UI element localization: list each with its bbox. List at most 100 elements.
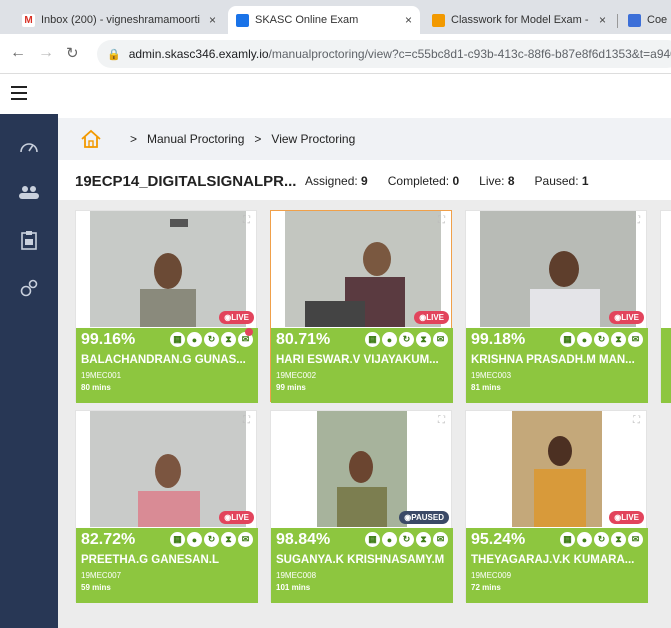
score-percent: 95.24% (471, 531, 526, 548)
chat-icon[interactable]: ✉ (433, 332, 448, 347)
tab-skasc-exam[interactable]: SKASC Online Exam × (228, 6, 420, 34)
stats-icon[interactable]: ▦ (560, 532, 575, 547)
action-icons: ▦ ● ↻ ⧗ ✉ (170, 532, 253, 547)
score-percent: 99.18% (471, 331, 526, 348)
refresh-icon[interactable]: ↻ (399, 532, 414, 547)
live-badge: ◉ LIVE (609, 311, 644, 324)
timer-icon[interactable]: ⧗ (221, 532, 236, 547)
refresh-icon[interactable]: ↻ (594, 532, 609, 547)
assigned-label: Assigned: (305, 174, 358, 188)
score-percent: 80.71% (276, 331, 331, 348)
expand-icon[interactable]: ⛶ (633, 215, 640, 226)
sidebar-item-dashboard[interactable] (0, 124, 58, 168)
chat-icon[interactable]: ✉ (628, 332, 643, 347)
timer-icon[interactable]: ⧗ (611, 332, 626, 347)
stats-icon[interactable]: ▦ (170, 332, 185, 347)
action-icons: ▦ ● ↻ ⧗ ✉ (560, 532, 643, 547)
score-percent: 98.84% (276, 531, 331, 548)
candidate-card-partial[interactable] (660, 210, 671, 403)
action-icons: ▦ ● ↻ ⧗ ✉ (365, 532, 448, 547)
record-icon[interactable]: ● (577, 532, 592, 547)
chat-icon[interactable]: ✉ (433, 532, 448, 547)
expand-icon[interactable]: ⛶ (633, 415, 640, 426)
roll-number: 19MEC001 (81, 371, 122, 380)
expand-icon[interactable]: ⛶ (438, 215, 445, 226)
candidate-card[interactable]: ⛶ ◉ LIVE 95.24% ▦ ● ↻ ⧗ ✉ THEYAGARAJ.V.K… (465, 410, 648, 603)
candidate-card[interactable]: ⛶ ◉ LIVE 80.71% ▦ ● ↻ ⧗ ✉ HARI ESWAR.V V… (270, 210, 453, 403)
tab-label: SKASC Online Exam (255, 14, 359, 26)
paused-badge: ◉ PAUSED (399, 511, 449, 524)
record-icon[interactable]: ● (382, 532, 397, 547)
refresh-icon[interactable]: ↻ (399, 332, 414, 347)
stats-icon[interactable]: ▦ (170, 532, 185, 547)
candidate-card[interactable]: ⛶ ◉ LIVE 99.18% ▦ ● ↻ ⧗ ✉ KRISHNA PRASAD… (465, 210, 648, 403)
refresh-icon[interactable]: ↻ (594, 332, 609, 347)
chat-icon[interactable]: ✉ (238, 328, 253, 347)
record-icon[interactable]: ● (382, 332, 397, 347)
timer-icon[interactable]: ⧗ (221, 332, 236, 347)
sidebar-item-tests[interactable] (0, 218, 58, 262)
paused-count: Paused: 1 (535, 174, 589, 188)
live-label: Live: (479, 174, 505, 188)
app-header (0, 74, 671, 114)
candidate-card[interactable]: ⛶ ◉ PAUSED 98.84% ▦ ● ↻ ⧗ ✉ SUGANYA.K KR… (270, 410, 453, 603)
sidebar-item-settings[interactable] (0, 266, 58, 310)
breadcrumb: > Manual Proctoring > View Proctoring (58, 118, 671, 160)
stats-icon[interactable]: ▦ (560, 332, 575, 347)
close-icon[interactable]: × (399, 13, 412, 27)
reload-icon[interactable]: ↻ (66, 44, 79, 62)
expand-icon[interactable]: ⛶ (243, 415, 250, 426)
chat-icon[interactable]: ✉ (628, 532, 643, 547)
candidate-name: KRISHNA PRASADH.M MAN... (471, 354, 635, 366)
record-icon[interactable]: ● (187, 332, 202, 347)
candidate-info: 98.84% ▦ ● ↻ ⧗ ✉ SUGANYA.K KRISHNASAMY.M… (271, 528, 453, 603)
live-badge: ◉ LIVE (219, 311, 254, 324)
refresh-icon[interactable]: ↻ (204, 332, 219, 347)
chat-icon[interactable]: ✉ (238, 532, 253, 547)
breadcrumb-manual-proctoring[interactable]: Manual Proctoring (147, 132, 244, 146)
stats-icon[interactable]: ▦ (365, 332, 380, 347)
tab-gmail[interactable]: M Inbox (200) - vigneshramamoorti × (14, 6, 224, 34)
home-icon[interactable] (80, 129, 102, 149)
forward-arrow-icon[interactable]: → (38, 44, 54, 62)
live-badge: ◉ LIVE (219, 511, 254, 524)
webcam-feed (90, 211, 246, 327)
candidate-info: 99.16% ▦ ● ↻ ⧗ ✉ BALACHANDRAN.G GUNAS...… (76, 328, 258, 403)
status-text: LIVE (426, 313, 444, 322)
candidate-info: 95.24% ▦ ● ↻ ⧗ ✉ THEYAGARAJ.V.K KUMARA..… (466, 528, 648, 603)
classroom-icon (432, 13, 445, 27)
sidebar-item-users[interactable] (0, 170, 58, 214)
speedometer-icon (20, 143, 38, 153)
expand-icon[interactable]: ⛶ (438, 415, 445, 426)
close-icon[interactable]: × (593, 13, 606, 27)
tab-coe[interactable]: Coe (620, 6, 671, 34)
status-text: LIVE (231, 313, 249, 322)
stats-icon[interactable]: ▦ (365, 532, 380, 547)
candidate-info: 99.18% ▦ ● ↻ ⧗ ✉ KRISHNA PRASADH.M MAN..… (466, 328, 648, 403)
expand-icon[interactable]: ⛶ (243, 215, 250, 226)
webcam-feed (90, 411, 246, 527)
roll-number: 19MEC009 (471, 571, 512, 580)
candidate-card[interactable]: ⛶ ◉ LIVE 82.72% ▦ ● ↻ ⧗ ✉ PREETHA.G GANE… (75, 410, 258, 603)
timer-icon[interactable]: ⧗ (416, 332, 431, 347)
close-icon[interactable]: × (203, 13, 216, 27)
notification-dot (245, 328, 253, 336)
back-arrow-icon[interactable]: ← (10, 44, 26, 62)
tab-classwork[interactable]: Classwork for Model Exam - III IT × (424, 6, 614, 34)
timer-icon[interactable]: ⧗ (611, 532, 626, 547)
candidate-card[interactable]: ⛶ ◉ LIVE 99.16% ▦ ● ↻ ⧗ ✉ BALACHANDRAN.G… (75, 210, 258, 403)
timer-icon[interactable]: ⧗ (416, 532, 431, 547)
menu-icon[interactable] (11, 86, 27, 100)
exam-summary: 19ECP14_DIGITALSIGNALPR... Assigned: 9 C… (58, 162, 671, 200)
time-remaining: 72 mins (471, 583, 501, 592)
record-icon[interactable]: ● (187, 532, 202, 547)
webcam-feed (512, 411, 602, 527)
record-icon[interactable]: ● (577, 332, 592, 347)
breadcrumb-view-proctoring: View Proctoring (271, 132, 356, 146)
address-bar[interactable]: 🔒 admin.skasc346.examly.io/manualproctor… (97, 40, 671, 68)
time-remaining: 99 mins (276, 383, 306, 392)
candidate-name: PREETHA.G GANESAN.L (81, 554, 220, 566)
refresh-icon[interactable]: ↻ (204, 532, 219, 547)
completed-value: 0 (452, 174, 460, 188)
url-host: admin.skasc346.examly.io (128, 47, 269, 61)
